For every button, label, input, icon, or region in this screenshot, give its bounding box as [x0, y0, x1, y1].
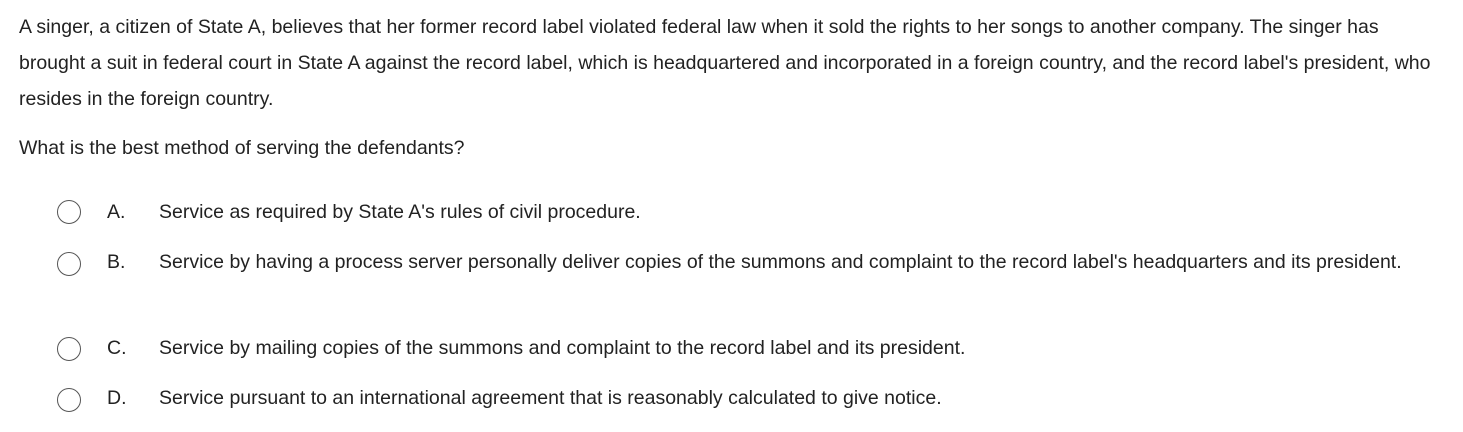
radio-button-b[interactable] — [57, 252, 81, 276]
radio-button-c[interactable] — [57, 337, 81, 361]
choice-text-a: Service as required by State A's rules o… — [159, 201, 641, 223]
choice-letter-d: D. — [107, 387, 127, 409]
question-prompt: What is the best method of serving the d… — [19, 137, 465, 159]
choice-text-b: Service by having a process server perso… — [159, 251, 1402, 273]
radio-button-d[interactable] — [57, 388, 81, 412]
choice-text-d: Service pursuant to an international agr… — [159, 387, 942, 409]
radio-button-a[interactable] — [57, 200, 81, 224]
choice-letter-c: C. — [107, 337, 127, 359]
question-stem: A singer, a citizen of State A, believes… — [19, 16, 1431, 110]
choice-text-c: Service by mailing copies of the summons… — [159, 337, 966, 359]
choice-letter-b: B. — [107, 251, 126, 273]
choice-letter-a: A. — [107, 201, 126, 223]
